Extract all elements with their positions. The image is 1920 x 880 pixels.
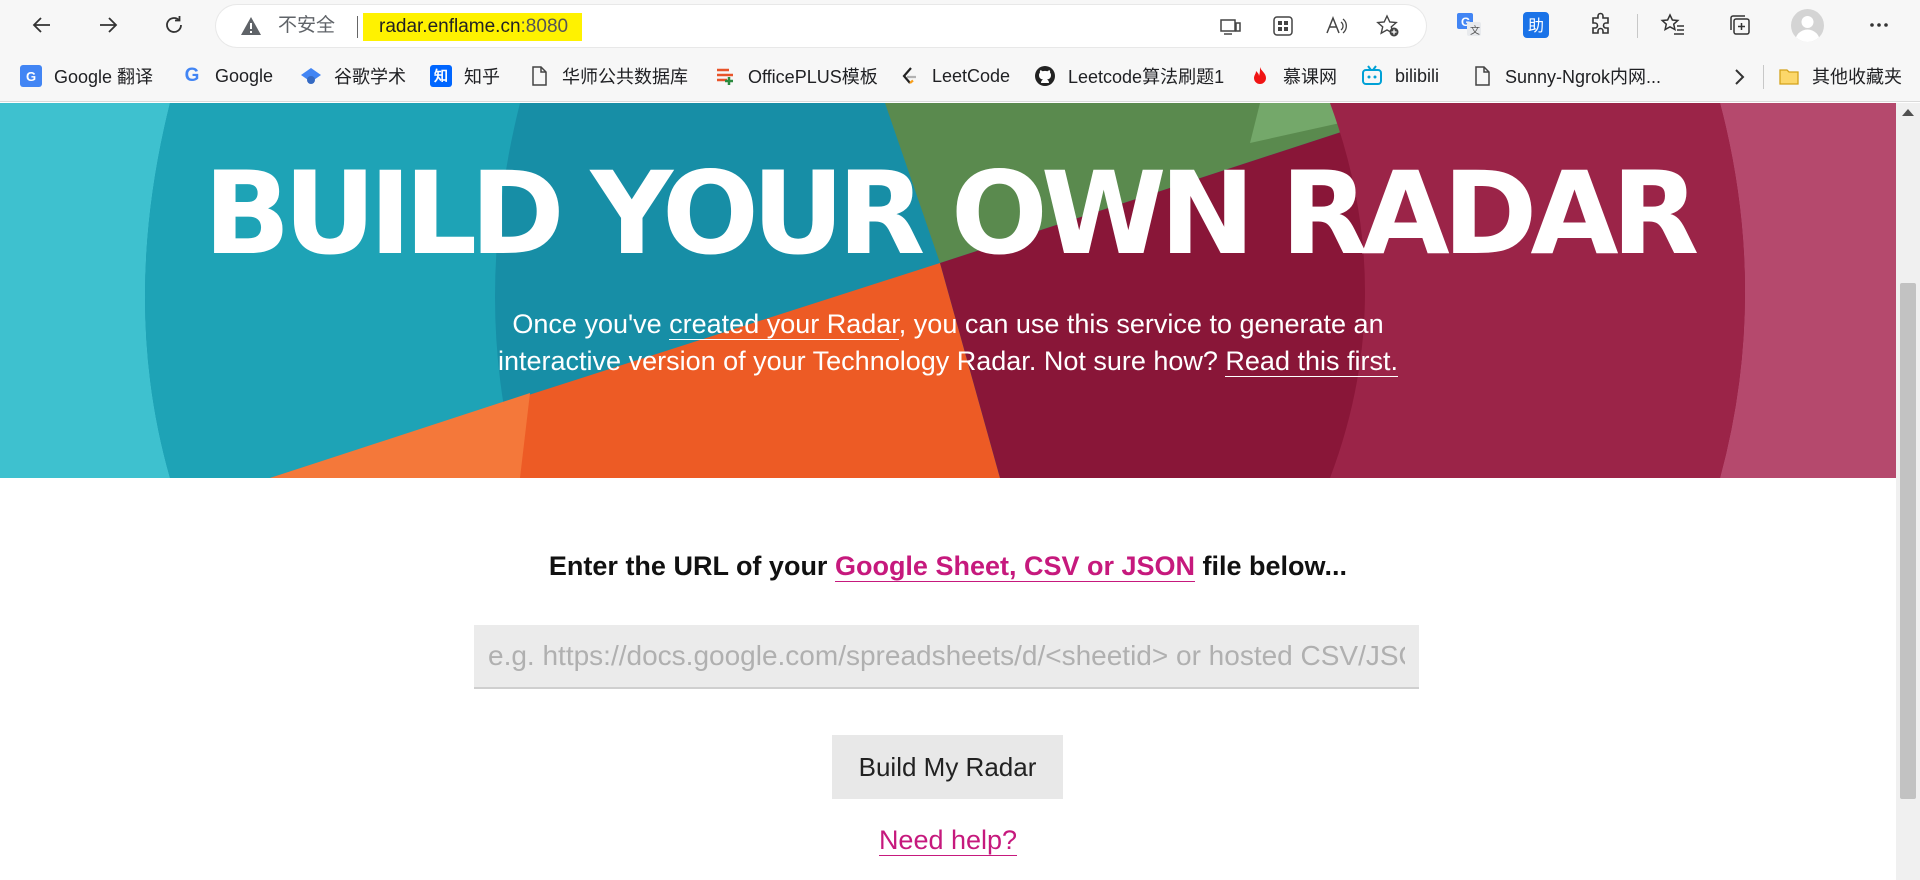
sheet-format-link[interactable]: Google Sheet, CSV or JSON	[834, 551, 1196, 582]
page-icon	[1475, 66, 1490, 86]
bookmark-label: OfficePLUS模板	[748, 67, 878, 87]
warning-icon[interactable]	[240, 16, 262, 36]
read-aloud-button[interactable]	[1324, 14, 1348, 38]
bookmarks-bar: G Google 翻译 G Google 谷歌学术 知 知乎 华师公共数据库 O…	[0, 51, 1920, 102]
sheet-url-input[interactable]	[474, 625, 1419, 689]
prompt-text-2: file below...	[1195, 551, 1348, 581]
person-icon	[1795, 16, 1820, 42]
settings-menu-button[interactable]	[1865, 11, 1893, 39]
need-help-link[interactable]: Need help?	[878, 825, 1018, 856]
apps-grid-icon	[1273, 16, 1293, 36]
url-host: radar.enflame.cn	[379, 16, 521, 37]
security-label[interactable]: 不安全	[278, 16, 335, 36]
bookmark-sunny-ngrok[interactable]: Sunny-Ngrok内网...	[1471, 62, 1661, 90]
bookmark-label: Google 翻译	[54, 67, 154, 87]
bookmark-label: 慕课网	[1283, 67, 1337, 87]
bookmark-leetcode[interactable]: LeetCode	[898, 62, 1010, 90]
more-horizontal-icon	[1870, 23, 1888, 27]
read-this-first-link[interactable]: Read this first.	[1225, 346, 1398, 377]
flame-icon	[1254, 67, 1266, 84]
bookmark-label: 其他收藏夹	[1812, 67, 1902, 87]
google-translate-icon: G	[20, 65, 42, 87]
profile-avatar[interactable]	[1791, 9, 1824, 42]
folder-icon	[1779, 69, 1799, 85]
bookmark-label: Leetcode算法刷题1	[1068, 67, 1225, 87]
bookmark-google[interactable]: G Google	[181, 62, 273, 90]
bookmark-label: Sunny-Ngrok内网...	[1505, 67, 1662, 87]
bookmark-scholar[interactable]: 谷歌学术	[300, 62, 406, 90]
created-radar-link[interactable]: created your Radar	[669, 309, 899, 340]
scroll-up-arrow[interactable]	[1902, 109, 1914, 116]
bookmark-imooc[interactable]: 慕课网	[1249, 62, 1337, 90]
bookmark-ecnu-database[interactable]: 华师公共数据库	[528, 62, 688, 90]
bilibili-icon	[1362, 65, 1382, 85]
puzzle-icon	[1592, 12, 1609, 34]
favorites-button[interactable]	[1659, 11, 1687, 39]
address-bar[interactable]: 不安全 radar.enflame.cn:8080	[216, 5, 1426, 47]
read-aloud-icon	[1326, 15, 1347, 34]
page-viewport: BUILD YOUR OWN RADAR Once you've created…	[0, 103, 1896, 880]
build-radar-button[interactable]: Build My Radar	[832, 735, 1063, 799]
prompt-text-1: Enter the URL of your	[548, 551, 835, 581]
officeplus-icon	[717, 68, 733, 85]
bookmark-google-translate[interactable]: G Google 翻译	[20, 62, 153, 90]
bookmark-label: 谷歌学术	[334, 67, 406, 87]
translate-extension-button[interactable]: G文	[1455, 11, 1483, 39]
star-add-icon	[1376, 14, 1399, 37]
chevron-right-icon	[1735, 69, 1745, 85]
url-port: :8080	[520, 16, 569, 37]
more-bookmarks-button[interactable]	[1727, 63, 1753, 91]
hero-description: Once you've created your Radar, you can …	[0, 306, 1896, 380]
bookmark-leetcode-practice[interactable]: Leetcode算法刷题1	[1034, 62, 1224, 90]
url-text[interactable]: radar.enflame.cn:8080	[363, 13, 583, 41]
hero-text-3: interactive version of your Technology R…	[498, 346, 1226, 376]
back-button[interactable]	[24, 7, 60, 43]
vertical-scrollbar[interactable]	[1896, 103, 1920, 880]
bookmark-label: 知乎	[464, 67, 500, 87]
hero-text-1: Once you've	[512, 309, 670, 339]
bookmark-label: 华师公共数据库	[562, 67, 688, 87]
help-link-container: Need help?	[0, 825, 1896, 856]
google-translate-icon: G文	[1457, 13, 1481, 37]
bookmark-zhihu[interactable]: 知 知乎	[430, 62, 500, 90]
leetcode-icon	[902, 67, 916, 84]
browser-toolbar: 不安全 radar.enflame.cn:8080 G文 助	[0, 0, 1920, 51]
reload-button[interactable]	[156, 7, 192, 43]
apps-button[interactable]	[1271, 14, 1295, 38]
forward-button[interactable]	[90, 7, 126, 43]
address-divider	[357, 16, 358, 38]
zhihu-icon: 知	[430, 65, 452, 87]
extensions-button[interactable]	[1587, 11, 1615, 39]
collections-button[interactable]	[1726, 11, 1754, 39]
hero-title: BUILD YOUR OWN RADAR	[203, 147, 1700, 280]
google-icon: G	[184, 65, 200, 86]
app-available-button[interactable]	[1218, 14, 1242, 38]
help-extension-icon: 助	[1523, 12, 1549, 38]
arrow-right-icon	[100, 17, 118, 33]
bookmark-bilibili[interactable]: bilibili	[1361, 62, 1439, 90]
device-icon	[1220, 19, 1241, 35]
help-extension-button[interactable]: 助	[1522, 11, 1550, 39]
github-icon	[1035, 66, 1055, 86]
hero-banner: BUILD YOUR OWN RADAR Once you've created…	[0, 103, 1896, 478]
bookmark-label: LeetCode	[932, 65, 1011, 86]
add-favorite-button[interactable]	[1376, 14, 1400, 38]
url-prompt: Enter the URL of your Google Sheet, CSV …	[0, 551, 1896, 582]
toolbar-divider	[1637, 14, 1638, 38]
scholar-icon	[301, 68, 321, 84]
reload-icon	[166, 16, 182, 33]
hero-text-2: , you can use this service to generate a…	[898, 309, 1384, 339]
bookmark-label: bilibili	[1395, 65, 1440, 86]
arrow-left-icon	[32, 17, 50, 33]
bookmark-officeplus[interactable]: OfficePLUS模板	[714, 62, 878, 90]
favorites-list-icon	[1660, 13, 1684, 35]
svg-text:文: 文	[1470, 24, 1480, 37]
collections-icon	[1730, 15, 1750, 35]
bookmarks-divider	[1763, 65, 1764, 89]
bookmark-other-favorites[interactable]: 其他收藏夹	[1778, 62, 1902, 90]
page-icon	[532, 66, 547, 86]
scroll-thumb[interactable]	[1900, 283, 1916, 799]
bookmark-label: Google	[215, 65, 274, 86]
